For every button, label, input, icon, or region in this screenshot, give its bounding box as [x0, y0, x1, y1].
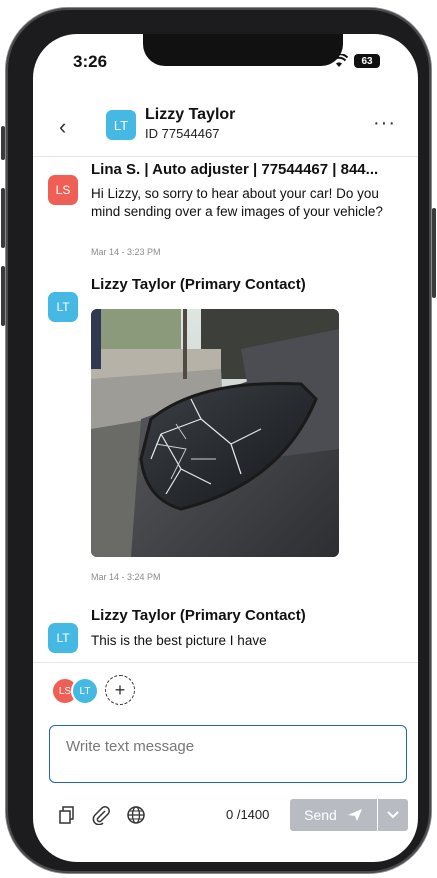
conversation-header: ‹ LT Lizzy Taylor ID 77544467 ···	[33, 104, 418, 157]
message-text: This is the best picture I have	[91, 633, 267, 648]
sender-name: Lizzy Taylor (Primary Contact)	[91, 607, 306, 624]
screen: 3:26 63 ‹ LT Lizzy Taylor ID 77544467 ··…	[33, 34, 418, 862]
contact-name: Lizzy Taylor	[145, 106, 236, 123]
status-icons: 63	[330, 54, 380, 68]
message-text: Hi Lizzy, so sorry to hear about your ca…	[91, 186, 383, 219]
sender-name: Lizzy Taylor (Primary Contact)	[91, 276, 306, 293]
battery-icon: 63	[354, 54, 380, 68]
more-options-icon[interactable]: ···	[373, 112, 396, 135]
message-time: Mar 14 - 3:24 PM	[91, 572, 161, 582]
sender-avatar: LS	[48, 175, 78, 205]
message-time: Mar 14 - 3:23 PM	[91, 247, 161, 257]
composer: LS LT + Write text message 0 /1400 Send	[33, 662, 418, 862]
attached-photo[interactable]	[91, 309, 339, 557]
message-input[interactable]: Write text message	[49, 725, 407, 783]
copy-icon[interactable]	[57, 805, 77, 825]
phone-frame: 3:26 63 ‹ LT Lizzy Taylor ID 77544467 ··…	[1, 8, 436, 873]
character-counter: 0 /1400	[226, 807, 270, 822]
send-options-dropdown[interactable]	[378, 799, 408, 831]
contact-id: ID 77544467	[145, 126, 220, 141]
paperclip-icon[interactable]	[91, 805, 111, 825]
sender-name: Lina S. | Auto adjuster | 77544467 | 844…	[91, 161, 379, 178]
back-chevron-icon[interactable]: ‹	[59, 114, 66, 140]
contact-avatar: LT	[106, 110, 136, 140]
send-icon	[347, 809, 362, 821]
participant-avatar: LT	[71, 677, 99, 705]
status-time: 3:26	[73, 52, 108, 71]
wifi-icon	[330, 54, 348, 67]
send-button[interactable]: Send	[290, 799, 377, 831]
notch	[143, 34, 343, 66]
send-label: Send	[304, 807, 337, 823]
message-list[interactable]: LS Lina S. | Auto adjuster | 77544467 | …	[33, 157, 418, 659]
globe-icon[interactable]	[126, 805, 146, 825]
sender-avatar: LT	[48, 292, 78, 322]
sender-avatar: LT	[48, 623, 78, 653]
add-participant-icon[interactable]: +	[105, 675, 135, 705]
chevron-down-icon	[387, 811, 399, 819]
